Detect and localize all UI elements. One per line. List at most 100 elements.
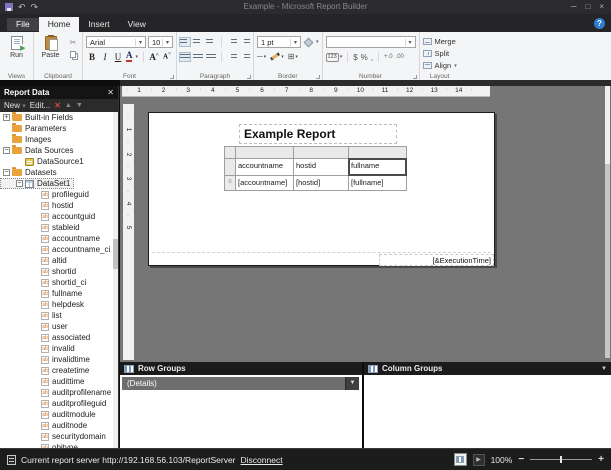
merge-button[interactable]: Merge	[422, 36, 457, 47]
tree-item-list[interactable]: list	[0, 310, 118, 321]
align-center-button[interactable]	[193, 53, 203, 61]
tree-item-accountname_ci[interactable]: accountname_ci	[0, 244, 118, 255]
fill-color-icon[interactable]	[303, 37, 314, 47]
design-view-button[interactable]	[453, 453, 467, 466]
tree-item-Data Sources[interactable]: − Data Sources	[0, 145, 118, 156]
disconnect-link[interactable]: Disconnect	[241, 455, 283, 465]
tree-scrollbar[interactable]	[113, 112, 118, 448]
scrollbar-thumb[interactable]	[113, 239, 118, 269]
tablix-corner-handle[interactable]	[225, 147, 235, 158]
zoom-slider[interactable]	[530, 455, 593, 464]
data-cell-accountname[interactable]: [accountname]	[236, 176, 293, 190]
tab-insert[interactable]: Insert	[79, 17, 118, 32]
tree-item-Datasets[interactable]: − Datasets	[0, 167, 118, 178]
help-icon[interactable]: ?	[594, 18, 605, 29]
move-up-icon[interactable]: ▲	[65, 102, 72, 109]
numbering-button[interactable]	[240, 53, 250, 61]
tab-home[interactable]: Home	[38, 17, 80, 32]
run-view-button[interactable]: ▶	[472, 453, 485, 466]
number-format-select[interactable]: ▾	[325, 36, 416, 48]
details-dropdown-button[interactable]: ▼	[345, 377, 359, 390]
header-cell-accountname[interactable]: accountname	[236, 159, 293, 175]
scrollbar-thumb[interactable]	[605, 86, 610, 164]
tree-item-shortid_ci[interactable]: shortid_ci	[0, 277, 118, 288]
border-width-select[interactable]: 1 pt ▾	[257, 36, 301, 48]
tree-item-auditnode[interactable]: auditnode	[0, 420, 118, 431]
font-color-button[interactable]: A	[125, 51, 133, 62]
tree-item-profileguid[interactable]: profileguid	[0, 189, 118, 200]
tree-item-accountname[interactable]: accountname	[0, 233, 118, 244]
chevron-down-icon[interactable]: ▾	[316, 39, 319, 45]
tree-item-user[interactable]: user	[0, 321, 118, 332]
bullets-button[interactable]	[227, 53, 237, 61]
chevron-down-icon[interactable]: ▼	[601, 366, 607, 372]
delete-icon[interactable]: ✕	[54, 101, 61, 110]
font-family-select[interactable]: Arial ▾	[86, 36, 146, 48]
decrease-decimal-button[interactable]: .00	[396, 54, 404, 60]
move-down-icon[interactable]: ▼	[76, 102, 83, 109]
dialog-launcher-icon[interactable]	[247, 75, 251, 79]
dialog-launcher-icon[interactable]	[315, 75, 320, 79]
underline-button[interactable]: U	[113, 52, 123, 62]
tree-item-accountguid[interactable]: accountguid	[0, 211, 118, 222]
dialog-launcher-icon[interactable]	[170, 75, 174, 79]
align-top-button[interactable]	[179, 37, 191, 47]
comma-button[interactable]: ,	[371, 53, 373, 62]
header-cell-fullname[interactable]: fullname	[348, 158, 407, 176]
tablix[interactable]: accountname hostid fullname ≡ [accountna…	[224, 146, 407, 191]
shrink-font-button[interactable]: A˅	[162, 52, 172, 60]
maximize-button[interactable]: □	[585, 2, 590, 12]
tree-item-audittime[interactable]: audittime	[0, 376, 118, 387]
borders-button[interactable]: ⊞ ▾	[288, 52, 298, 61]
data-cell-fullname[interactable]: [fullname]	[349, 176, 406, 190]
align-bottom-button[interactable]	[206, 38, 216, 46]
tree-item-stableid[interactable]: stableid	[0, 222, 118, 233]
undo-icon[interactable]: ↶	[18, 2, 26, 12]
number-style-button[interactable]: 123 ▾	[325, 52, 342, 62]
tree-item-associated[interactable]: associated	[0, 332, 118, 343]
new-menu-button[interactable]: New ▾	[4, 101, 26, 110]
currency-button[interactable]: $	[353, 53, 357, 62]
zoom-in-button[interactable]: +	[598, 454, 604, 465]
column-handle[interactable]	[236, 147, 293, 158]
canvas-scrollbar[interactable]	[605, 86, 610, 358]
border-color-button[interactable]: ▾	[270, 52, 284, 61]
tree-item-invalidtime[interactable]: invalidtime	[0, 354, 118, 365]
close-button[interactable]: ×	[599, 2, 604, 12]
paste-button[interactable]: Paste	[37, 34, 64, 71]
collapse-icon[interactable]: −	[3, 147, 10, 154]
close-panel-icon[interactable]: ✕	[107, 88, 114, 97]
increase-decimal-button[interactable]: +.0	[384, 54, 393, 60]
column-handle[interactable]	[294, 147, 348, 158]
expand-icon[interactable]: +	[3, 114, 10, 121]
report-title-textbox[interactable]: Example Report	[239, 124, 397, 144]
report-page[interactable]: Example Report accountname hostid fullna…	[148, 112, 495, 266]
execution-time-textbox[interactable]: [&ExecutionTime]	[379, 254, 494, 266]
tree-item-securitydomain[interactable]: securitydomain	[0, 431, 118, 442]
border-line-style-button[interactable]: ─ ▾	[257, 52, 266, 61]
redo-icon[interactable]: ↷	[31, 2, 39, 12]
tab-view[interactable]: View	[119, 17, 155, 32]
collapse-icon[interactable]: −	[3, 169, 10, 176]
edit-button[interactable]: Edit...	[30, 101, 50, 110]
row-handle[interactable]	[225, 159, 235, 175]
bold-button[interactable]: B	[87, 52, 97, 62]
details-group-item[interactable]: (Details) ▼	[122, 377, 359, 390]
tree-item-shortid[interactable]: shortid	[0, 266, 118, 277]
percent-button[interactable]: %	[361, 53, 368, 62]
grow-font-button[interactable]: A˄	[149, 52, 159, 62]
increase-indent-button[interactable]	[240, 38, 250, 46]
tree-item-auditprofileguid[interactable]: auditprofileguid	[0, 398, 118, 409]
tree-item-helpdesk[interactable]: helpdesk	[0, 299, 118, 310]
tree-item-DataSet1[interactable]: − DataSet1	[0, 178, 75, 189]
zoom-slider-thumb[interactable]	[560, 456, 563, 463]
tab-file[interactable]: File	[7, 18, 39, 31]
minimize-button[interactable]: ─	[571, 2, 577, 12]
tree-item-auditmodule[interactable]: auditmodule	[0, 409, 118, 420]
tree-item-Images[interactable]: Images	[0, 134, 118, 145]
data-cell-hostid[interactable]: [hostid]	[294, 176, 348, 190]
align-left-button[interactable]	[179, 52, 191, 62]
italic-button[interactable]: I	[100, 52, 110, 62]
tree-item-DataSource1[interactable]: DataSource1	[0, 156, 118, 167]
copy-icon[interactable]	[70, 51, 76, 58]
